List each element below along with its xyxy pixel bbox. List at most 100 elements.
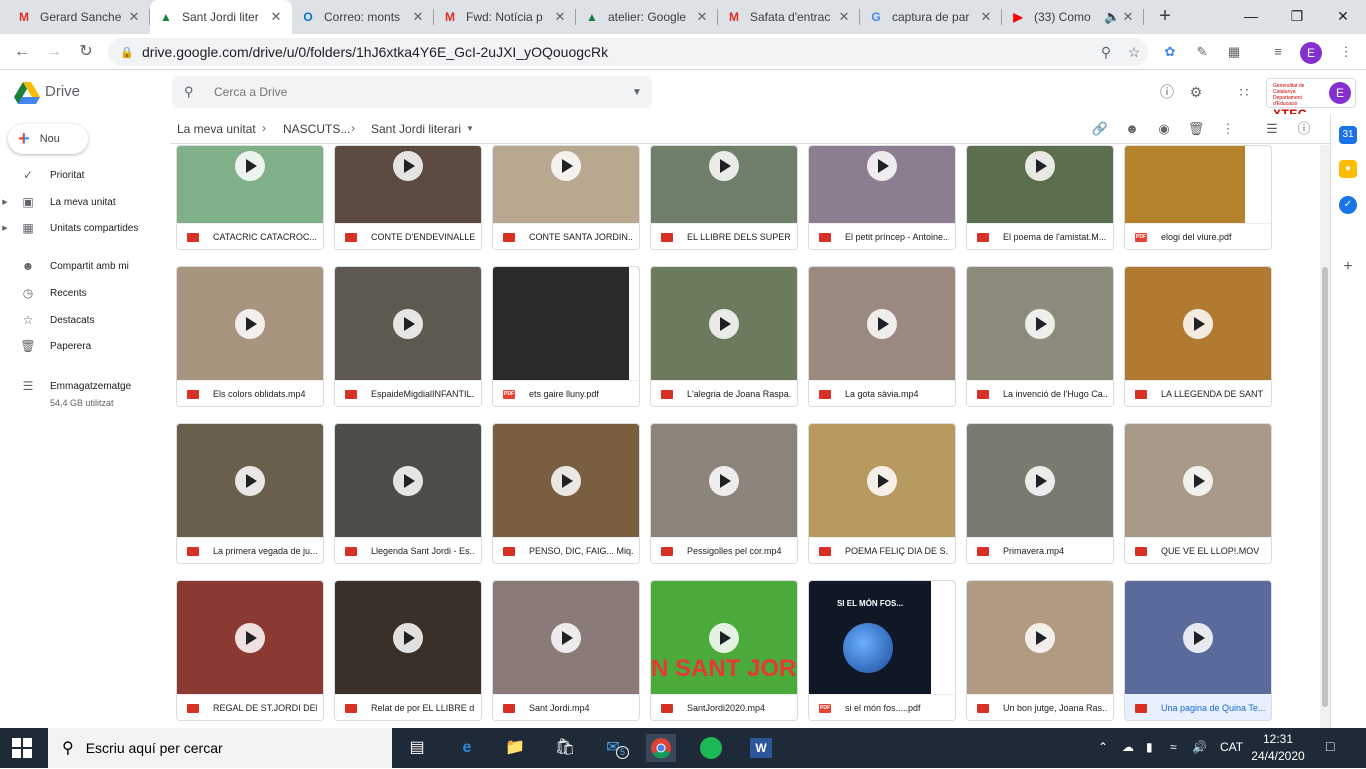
sidebar-item[interactable]: ▶ ▦ Unitats compartides <box>0 217 170 239</box>
tab-audio-icon[interactable]: 🔈 <box>1104 9 1120 25</box>
browser-tab[interactable]: ▲ atelier: Google ✕ <box>576 0 718 34</box>
file-card[interactable]: SI EL MÓN FOS... PDF si el món fos.....pdf <box>808 580 956 721</box>
file-card[interactable]: L'alegria de Joana Raspa... <box>650 266 798 407</box>
add-addon-icon[interactable]: + <box>1339 258 1357 276</box>
search-options-icon[interactable]: ▼ <box>622 87 652 98</box>
play-icon[interactable] <box>235 309 265 339</box>
file-card[interactable]: EspaideMigdialINFANTIL... <box>334 266 482 407</box>
file-card[interactable]: Una pagina de Quina Te... <box>1124 580 1272 721</box>
grid-scrollbar[interactable] <box>1320 145 1330 728</box>
sidebar-item[interactable]: ▶ ▣ La meva unitat <box>0 191 170 213</box>
browser-tab[interactable]: M Fwd: Notícia p ✕ <box>434 0 576 34</box>
zoom-icon[interactable]: ⚲ <box>1092 44 1120 61</box>
onedrive-cloud-icon[interactable]: ☁ <box>1122 740 1134 754</box>
play-icon[interactable] <box>1025 151 1055 181</box>
file-card[interactable]: Sant Jordi.mp4 <box>492 580 640 721</box>
play-icon[interactable] <box>709 309 739 339</box>
play-icon[interactable] <box>867 151 897 181</box>
search-icon[interactable]: ⚲ <box>184 84 200 100</box>
close-icon[interactable]: ✕ <box>978 9 994 25</box>
address-bar[interactable]: 🔒 drive.google.com/drive/u/0/folders/1hJ… <box>108 38 1148 66</box>
battery-icon[interactable]: ▮ <box>1146 740 1153 754</box>
new-button[interactable]: + Nou <box>8 124 88 154</box>
delete-trash-icon[interactable]: 🗑 <box>1186 120 1206 140</box>
drive-search-box[interactable]: ⚲ ▼ <box>172 76 652 108</box>
file-card[interactable]: QUE VE EL LLOP!.MOV <box>1124 423 1272 564</box>
edge-icon[interactable]: e <box>452 734 482 762</box>
xtec-account-chip[interactable]: Generalitat de Catalunya Departament d'E… <box>1266 78 1356 121</box>
browser-menu-icon[interactable]: ⋮ <box>1336 42 1356 62</box>
minimize-button[interactable]: — <box>1228 0 1274 34</box>
chrome-icon[interactable] <box>646 734 676 762</box>
close-icon[interactable]: ✕ <box>836 9 852 25</box>
play-icon[interactable] <box>393 623 423 653</box>
breadcrumb-my-drive[interactable]: La meva unitat <box>177 122 256 136</box>
breadcrumb-current-folder[interactable]: Sant Jordi literari <box>371 122 461 136</box>
more-actions-icon[interactable]: ⋮ <box>1218 120 1238 140</box>
drive-logo-icon[interactable] <box>14 82 40 104</box>
play-icon[interactable] <box>1025 309 1055 339</box>
file-card[interactable]: PENSO, DIC, FAIG... Miq... <box>492 423 640 564</box>
browser-tab[interactable]: ▶ (33) Como 🔈 ✕ <box>1002 0 1144 34</box>
file-card[interactable]: PDF ets gaire lluny.pdf <box>492 266 640 407</box>
close-icon[interactable]: ✕ <box>268 9 284 25</box>
settings-gear-icon[interactable]: ⚙ <box>1186 82 1206 102</box>
browser-tab[interactable]: ▲ Sant Jordi liter ✕ <box>150 0 292 34</box>
file-card[interactable]: La invenció de l'Hugo Ca... <box>966 266 1114 407</box>
file-card[interactable]: LA LLEGENDA DE SANT ... <box>1124 266 1272 407</box>
play-icon[interactable] <box>393 151 423 181</box>
close-icon[interactable]: ✕ <box>126 9 142 25</box>
play-icon[interactable] <box>867 309 897 339</box>
play-icon[interactable] <box>235 466 265 496</box>
play-icon[interactable] <box>393 309 423 339</box>
bookmark-star-icon[interactable]: ☆ <box>1120 44 1148 61</box>
forward-icon[interactable]: → <box>42 40 66 64</box>
profile-avatar[interactable]: E <box>1300 42 1322 64</box>
sidebar-item[interactable]: ☰ Emmagatzematge <box>0 375 170 397</box>
play-icon[interactable] <box>867 466 897 496</box>
play-icon[interactable] <box>551 151 581 181</box>
reload-icon[interactable]: ↻ <box>74 40 98 64</box>
file-card[interactable]: El petit príncep - Antoine... <box>808 145 956 250</box>
back-icon[interactable]: ← <box>10 40 34 64</box>
tray-expand-icon[interactable]: ⌃ <box>1098 740 1108 754</box>
wifi-icon[interactable]: ≈ <box>1170 740 1177 754</box>
task-view-icon[interactable]: ▤ <box>402 734 432 762</box>
sidebar-item[interactable]: ☻ Compartit amb mi <box>0 255 170 277</box>
file-card[interactable]: Pessigolles pel cor.mp4 <box>650 423 798 564</box>
file-card[interactable]: La gota sàvia.mp4 <box>808 266 956 407</box>
browser-tab[interactable]: Gcaptura de par ✕ <box>860 0 1002 34</box>
tasks-icon[interactable]: ✓ <box>1339 196 1357 214</box>
play-icon[interactable] <box>551 466 581 496</box>
new-tab-button[interactable]: + <box>1152 4 1178 30</box>
spotify-icon[interactable] <box>696 734 726 762</box>
list-view-icon[interactable]: ☰ <box>1262 120 1282 140</box>
expand-arrow-icon[interactable]: ▶ <box>0 198 10 206</box>
file-card[interactable]: Un bon jutge, Joana Ras... <box>966 580 1114 721</box>
file-card[interactable]: CATACRIC CATACROC.... <box>176 145 324 250</box>
drive-profile-avatar[interactable]: E <box>1329 82 1351 104</box>
play-icon[interactable] <box>1025 466 1055 496</box>
media-queue-icon[interactable]: ≡ <box>1268 42 1288 62</box>
details-info-icon[interactable]: ⓘ <box>1294 120 1314 140</box>
browser-tab[interactable]: O Correo: monts ✕ <box>292 0 434 34</box>
file-card[interactable]: CONTE SANTA JORDIN... <box>492 145 640 250</box>
get-link-icon[interactable]: 🔗 <box>1090 120 1110 140</box>
close-window-button[interactable]: ✕ <box>1320 0 1366 34</box>
file-card[interactable]: Relat de por EL LLIBRE d... <box>334 580 482 721</box>
browser-tab[interactable]: M Gerard Sanche ✕ <box>8 0 150 34</box>
extensions-grid-icon[interactable]: ▦ <box>1224 42 1244 62</box>
extension-feather-icon[interactable]: ✿ <box>1160 42 1180 62</box>
play-icon[interactable] <box>235 151 265 181</box>
help-icon[interactable]: ⓘ <box>1157 82 1177 102</box>
file-card[interactable]: EL LLIBRE DELS SUPER ... <box>650 145 798 250</box>
close-icon[interactable]: ✕ <box>552 9 568 25</box>
browser-tab[interactable]: M Safata d'entrac ✕ <box>718 0 860 34</box>
breadcrumb-nascuts[interactable]: NASCUTS... <box>283 122 350 136</box>
close-icon[interactable]: ✕ <box>1120 9 1136 25</box>
scrollbar-thumb[interactable] <box>1322 267 1328 707</box>
calendar-icon[interactable]: 31 <box>1339 126 1357 144</box>
play-icon[interactable] <box>551 623 581 653</box>
keep-icon[interactable]: ● <box>1339 160 1357 178</box>
taskbar-search-box[interactable]: ⚲ Escriu aquí per cercar <box>48 728 392 768</box>
